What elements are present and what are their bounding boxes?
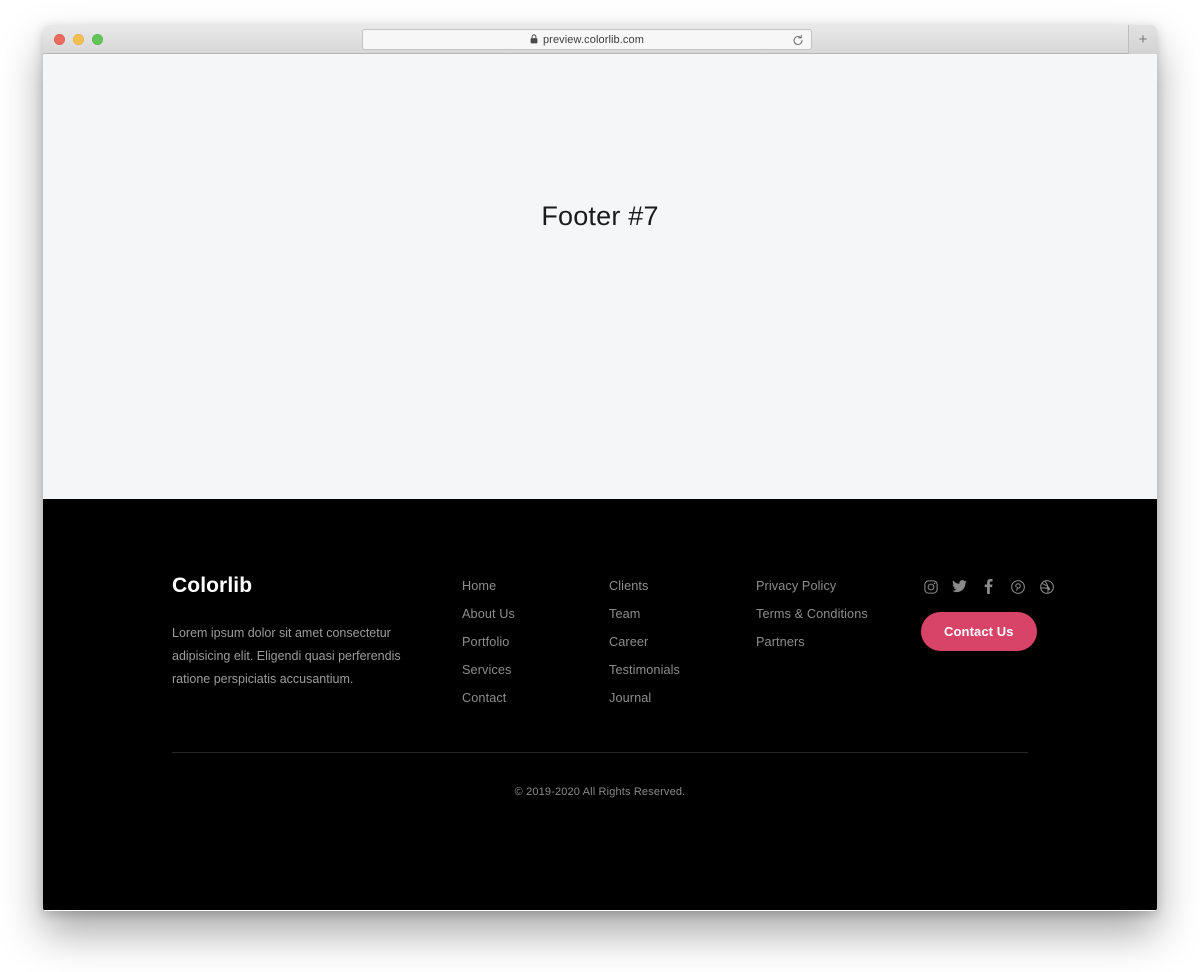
pinterest-icon[interactable] bbox=[1010, 579, 1025, 594]
facebook-icon[interactable] bbox=[981, 579, 996, 594]
footer-link-career[interactable]: Career bbox=[609, 635, 756, 649]
brand-name: Colorlib bbox=[172, 574, 253, 597]
copyright-text: © 2019-2020 All Rights Reserved. bbox=[514, 786, 686, 798]
footer-link-about-us[interactable]: About Us bbox=[462, 607, 609, 621]
footer-link-services[interactable]: Services bbox=[462, 663, 609, 677]
page-title: Footer #7 bbox=[541, 201, 659, 231]
footer-link-terms-conditions[interactable]: Terms & Conditions bbox=[756, 607, 921, 621]
footer-nav-column-2: Clients Team Career Testimonials Journal bbox=[609, 574, 756, 705]
window-controls bbox=[54, 34, 103, 45]
lock-icon bbox=[530, 31, 538, 49]
site-footer: Colorlib Lorem ipsum dolor sit amet cons… bbox=[43, 499, 1157, 910]
new-tab-label: + bbox=[1138, 31, 1148, 48]
footer-link-team[interactable]: Team bbox=[609, 607, 756, 621]
address-bar[interactable]: preview.colorlib.com bbox=[362, 29, 812, 50]
hero-section: Footer #7 bbox=[43, 54, 1157, 499]
footer-link-portfolio[interactable]: Portfolio bbox=[462, 635, 609, 649]
footer-link-contact[interactable]: Contact bbox=[462, 691, 609, 705]
brand-description: Lorem ipsum dolor sit amet consectetur a… bbox=[172, 626, 401, 687]
footer-nav-column-3: Privacy Policy Terms & Conditions Partne… bbox=[756, 574, 921, 649]
footer-link-privacy-policy[interactable]: Privacy Policy bbox=[756, 579, 921, 593]
new-tab-button[interactable]: + bbox=[1128, 25, 1157, 54]
reload-icon[interactable] bbox=[792, 34, 804, 52]
footer-link-clients[interactable]: Clients bbox=[609, 579, 756, 593]
footer-content: Colorlib Lorem ipsum dolor sit amet cons… bbox=[172, 499, 1054, 705]
browser-chrome: preview.colorlib.com + bbox=[43, 25, 1157, 54]
dribbble-icon[interactable] bbox=[1039, 579, 1054, 594]
twitter-icon[interactable] bbox=[952, 579, 967, 594]
footer-divider bbox=[172, 752, 1028, 753]
footer-link-partners[interactable]: Partners bbox=[756, 635, 921, 649]
browser-viewport: Footer #7 Colorlib Lorem ipsum dolor sit… bbox=[43, 54, 1157, 910]
close-window-button[interactable] bbox=[54, 34, 65, 45]
browser-window: preview.colorlib.com + Footer #7 Colorli… bbox=[43, 25, 1157, 911]
footer-social-cta: Contact Us bbox=[921, 574, 1054, 651]
footer-brand: Colorlib Lorem ipsum dolor sit amet cons… bbox=[172, 574, 462, 691]
footer-link-journal[interactable]: Journal bbox=[609, 691, 756, 705]
contact-us-button[interactable]: Contact Us bbox=[921, 612, 1037, 651]
footer-link-testimonials[interactable]: Testimonials bbox=[609, 663, 756, 677]
footer-link-home[interactable]: Home bbox=[462, 579, 609, 593]
footer-nav-column-1: Home About Us Portfolio Services Contact bbox=[462, 574, 609, 705]
social-links bbox=[921, 579, 1054, 594]
minimize-window-button[interactable] bbox=[73, 34, 84, 45]
url-text: preview.colorlib.com bbox=[542, 33, 645, 46]
instagram-icon[interactable] bbox=[923, 579, 938, 594]
maximize-window-button[interactable] bbox=[92, 34, 103, 45]
